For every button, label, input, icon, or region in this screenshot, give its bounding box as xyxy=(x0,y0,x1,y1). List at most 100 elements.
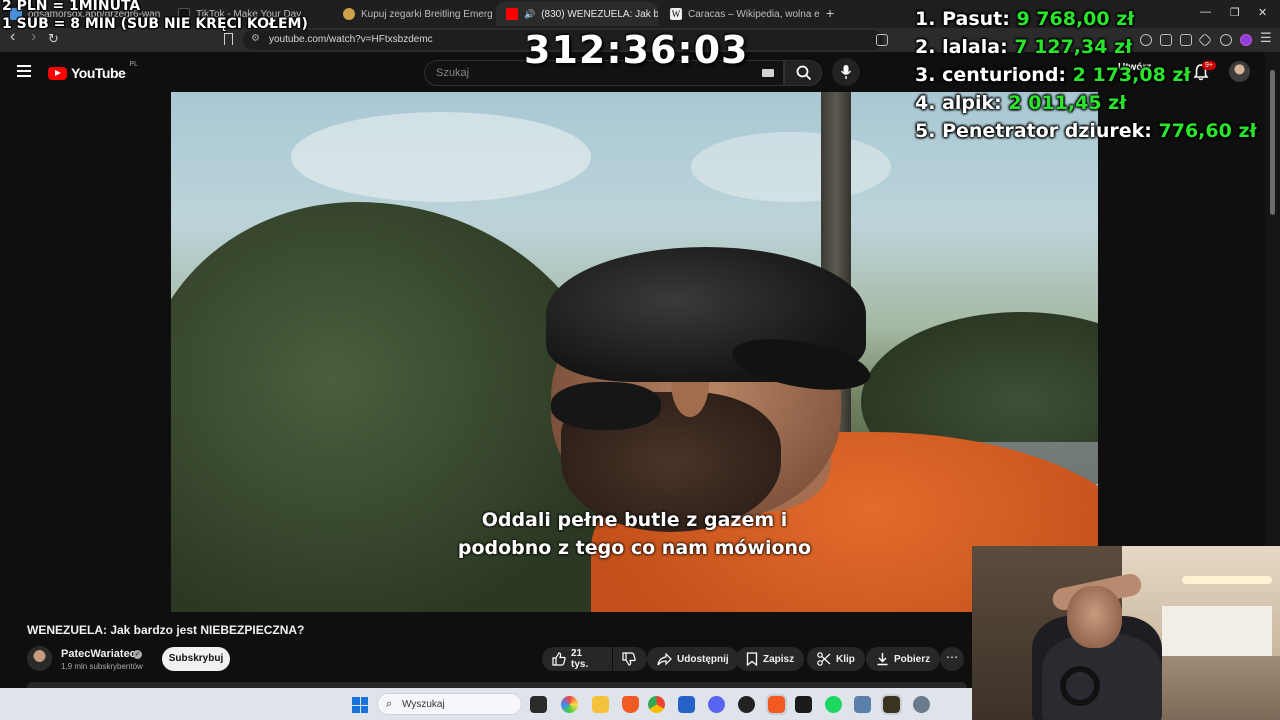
tab-label: Kupuj zegarki Breitling Emergency II xyxy=(361,8,493,20)
country-code: PL xyxy=(129,61,138,68)
scrollbar-thumb[interactable] xyxy=(1270,70,1275,215)
video-frame-cloud xyxy=(291,112,591,202)
leaderboard-row: 4. alpik: 2 011,45 zł xyxy=(915,92,1257,120)
copilot-icon[interactable] xyxy=(561,696,578,713)
leaderboard-amount: 776,60 zł xyxy=(1158,120,1257,142)
url-text: youtube.com/watch?v=HFtxsbzdemc xyxy=(269,34,433,45)
dislike-button[interactable] xyxy=(613,647,647,671)
webcam-cabinet xyxy=(1162,606,1272,656)
taskbar-search-placeholder: Wyszukaj xyxy=(402,699,445,710)
leaderboard-rank: 5. xyxy=(915,120,936,142)
subscriber-count: 1,9 mln subskrybentów xyxy=(61,662,143,671)
webcam-person-head xyxy=(1067,586,1122,648)
reload-button[interactable]: ↻ xyxy=(48,31,59,47)
obs-icon[interactable] xyxy=(738,696,755,713)
youtube-favicon-icon xyxy=(506,8,518,20)
file-explorer-icon[interactable] xyxy=(592,696,609,713)
close-window-button[interactable]: ✕ xyxy=(1258,6,1267,19)
browser-tab-3[interactable]: Kupuj zegarki Breitling Emergency II xyxy=(333,2,493,26)
spotify-icon[interactable] xyxy=(825,696,842,713)
video-frame-cloud xyxy=(691,132,891,202)
subscribe-button[interactable]: Subskrybuj xyxy=(162,647,230,671)
leaderboard-name: Pasut: xyxy=(942,8,1010,30)
cast-icon[interactable] xyxy=(876,34,888,46)
leaderboard-name: centuriond: xyxy=(942,64,1067,86)
thumbs-up-icon xyxy=(552,652,566,666)
bookmark-icon[interactable] xyxy=(224,33,233,45)
leaderboard-row: 1. Pasut: 9 768,00 zł xyxy=(915,8,1257,36)
app-icon[interactable] xyxy=(795,696,812,713)
channel-avatar[interactable] xyxy=(27,646,52,671)
new-tab-button[interactable]: + xyxy=(826,5,834,21)
leaderboard-name: Penetrator dziurek: xyxy=(942,120,1152,142)
leaderboard-amount: 7 127,34 zł xyxy=(1014,36,1133,58)
menu-icon[interactable]: ☰ xyxy=(1260,30,1272,46)
search-button[interactable] xyxy=(784,60,822,86)
leaderboard-rank: 1. xyxy=(915,8,936,30)
brave-icon[interactable] xyxy=(622,696,639,713)
site-settings-icon[interactable]: ⚙ xyxy=(251,33,260,44)
save-button[interactable]: Zapisz xyxy=(736,647,805,671)
leaderboard-rank: 4. xyxy=(915,92,936,114)
microphone-icon xyxy=(840,65,852,79)
more-actions-button[interactable]: ⋯ xyxy=(940,647,964,671)
youtube-logo[interactable]: YouTube PL xyxy=(48,61,138,81)
video-subtitles: Oddali pełne butle z gazem i podobno z t… xyxy=(171,506,1098,562)
leaderboard-rank: 3. xyxy=(915,64,936,86)
download-button[interactable]: Pobierz xyxy=(866,647,941,671)
leaderboard-name: lalala: xyxy=(942,36,1008,58)
share-icon xyxy=(657,652,672,665)
keyboard-icon[interactable] xyxy=(762,69,774,77)
video-title: WENEZUELA: Jak bardzo jest NIEBEZPIECZNA… xyxy=(27,623,305,637)
clip-label: Klip xyxy=(836,653,855,665)
leaderboard-amount: 2 011,45 zł xyxy=(1008,92,1127,114)
video-frame-sunglasses xyxy=(551,382,661,430)
game-icon[interactable] xyxy=(881,694,902,715)
store-icon[interactable] xyxy=(678,696,695,713)
leaderboard-row: 2. lalala: 7 127,34 zł xyxy=(915,36,1257,64)
brave-active-icon[interactable] xyxy=(766,694,787,715)
windows-start-icon[interactable] xyxy=(352,697,368,713)
chrome-icon[interactable] xyxy=(648,696,665,713)
webcam-microphone xyxy=(1060,666,1100,706)
settings-gear-icon[interactable] xyxy=(913,696,930,713)
leaderboard-row: 5. Penetrator dziurek: 776,60 zł xyxy=(915,120,1257,148)
browser-tab-active[interactable]: 🔊 (830) WENEZUELA: Jak bardzo ✕ xyxy=(496,2,658,26)
search-icon: ⌕ xyxy=(386,698,393,710)
voice-search-button[interactable] xyxy=(832,58,860,86)
discord-icon[interactable] xyxy=(708,696,725,713)
audio-icon[interactable]: 🔊 xyxy=(524,9,535,20)
download-icon xyxy=(877,653,888,666)
tab-label: Caracas – Wikipedia, wolna encyklop xyxy=(688,8,820,20)
share-button[interactable]: Udostępnij xyxy=(647,647,739,671)
wikipedia-icon: W xyxy=(670,8,682,20)
leaderboard-rank: 2. xyxy=(915,36,936,58)
webcam-light xyxy=(1182,576,1272,584)
leaderboard-amount: 2 173,08 zł xyxy=(1072,64,1191,86)
like-button[interactable]: 21 tys. xyxy=(542,647,612,671)
clip-button[interactable]: Klip xyxy=(807,647,865,671)
scissors-icon xyxy=(817,652,831,666)
taskbar-search[interactable]: ⌕ Wyszukaj xyxy=(377,693,522,715)
channel-name[interactable]: PatecWariatec xyxy=(61,648,136,660)
verified-badge-icon: ✓ xyxy=(133,650,142,659)
subscription-rate-text: 1 SUB = 8 MIN (SUB NIE KRĘCI KOŁEM) xyxy=(2,16,308,32)
donation-leaderboard: 1. Pasut: 9 768,00 zł 2. lalala: 7 127,3… xyxy=(915,8,1257,148)
download-label: Pobierz xyxy=(894,653,931,665)
subathon-timer: 312:36:03 xyxy=(524,28,749,72)
subtitle-line: Oddali pełne butle z gazem i xyxy=(481,509,788,531)
youtube-wordmark: YouTube xyxy=(71,65,126,81)
share-label: Udostępnij xyxy=(677,653,729,665)
video-player[interactable]: Oddali pełne butle z gazem i podobno z t… xyxy=(171,92,1098,612)
save-label: Zapisz xyxy=(763,653,795,665)
bookmark-save-icon xyxy=(746,652,758,666)
tab-label: (830) WENEZUELA: Jak bardzo xyxy=(541,8,658,20)
task-view-icon[interactable] xyxy=(530,696,547,713)
thumbs-down-icon xyxy=(622,652,636,666)
leaderboard-amount: 9 768,00 zł xyxy=(1016,8,1135,30)
tab-favicon-icon xyxy=(343,8,355,20)
like-count: 21 tys. xyxy=(571,648,589,670)
guide-menu-icon[interactable] xyxy=(17,65,31,77)
browser-tab-5[interactable]: W Caracas – Wikipedia, wolna encyklop xyxy=(660,2,820,26)
calculator-icon[interactable] xyxy=(854,696,871,713)
